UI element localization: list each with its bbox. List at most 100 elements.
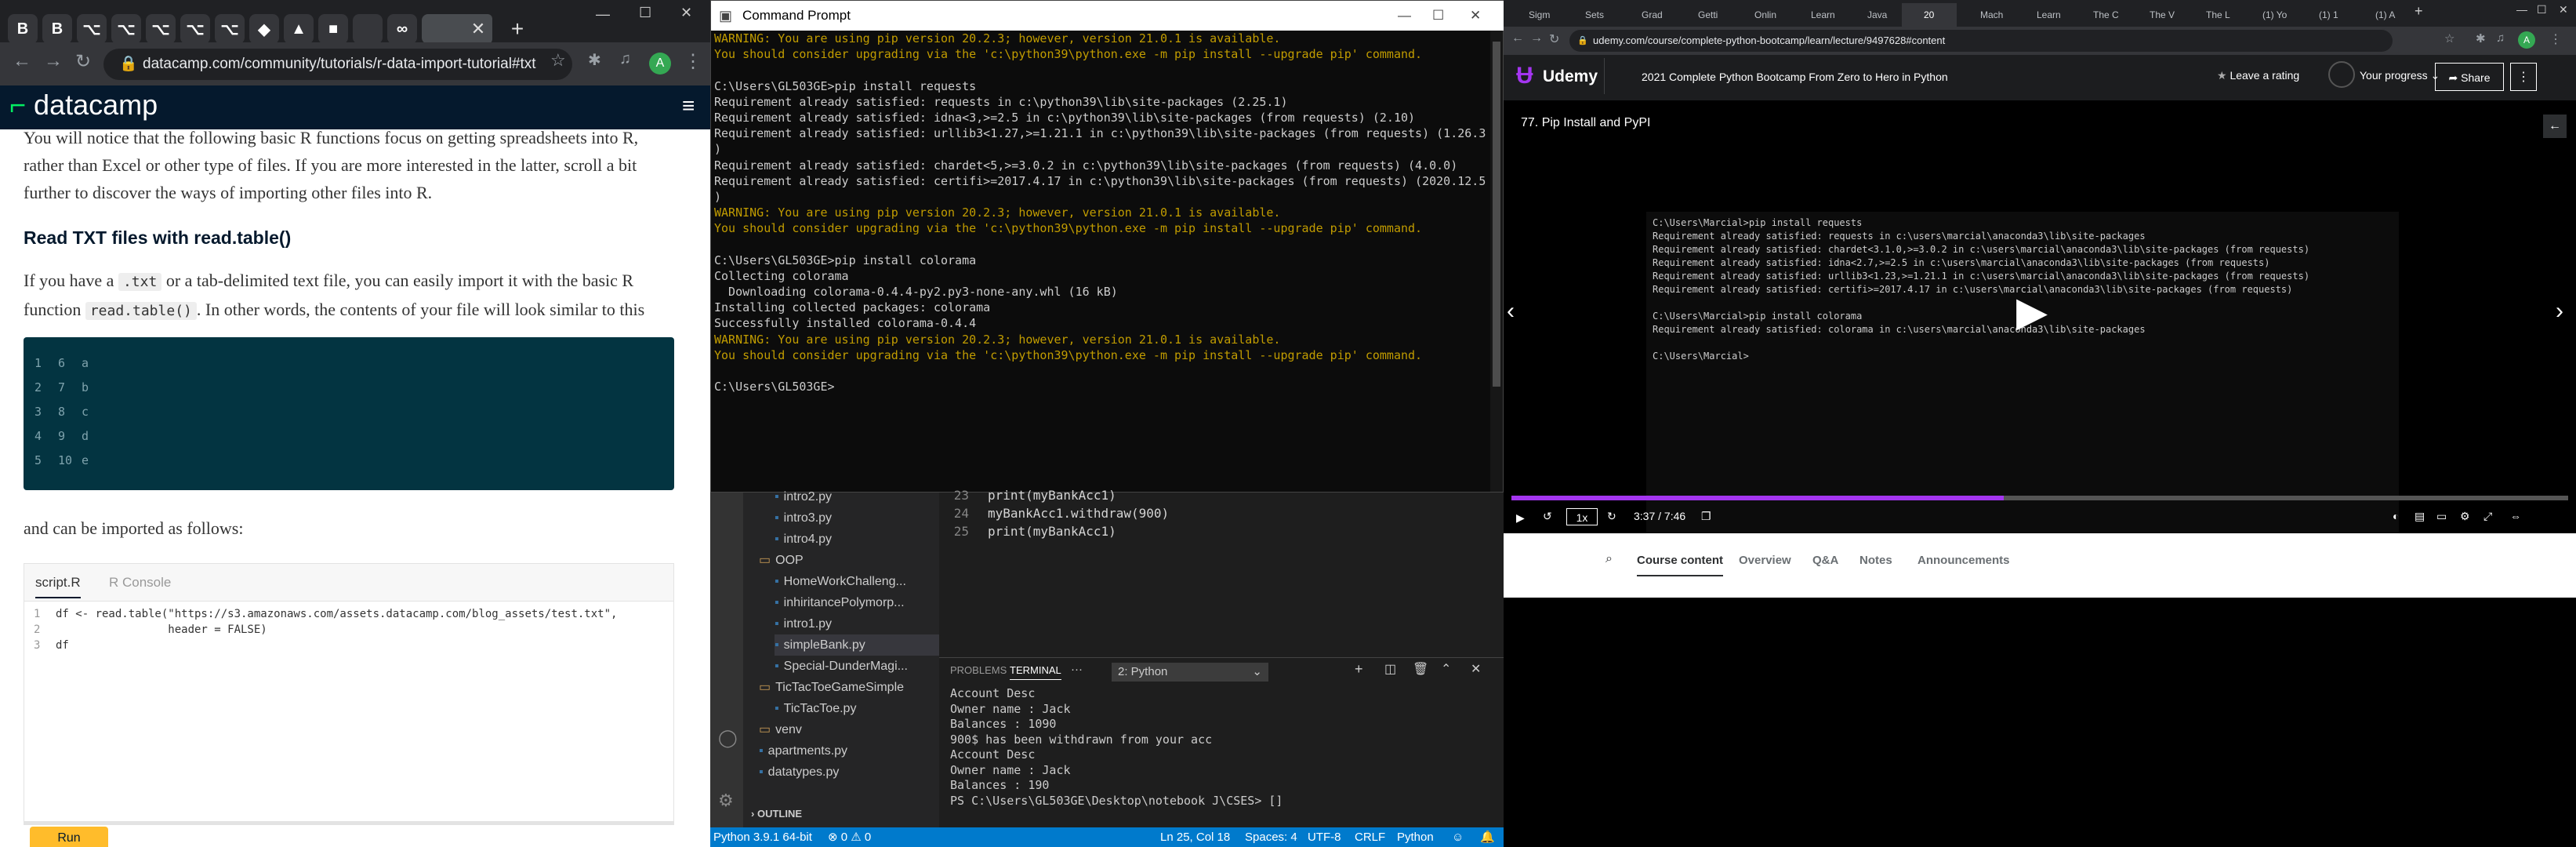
browser-tab[interactable]: ⌥ xyxy=(146,14,176,44)
browser-tab[interactable]: B xyxy=(8,14,38,44)
browser-tab[interactable]: ∞ xyxy=(387,14,417,44)
file-item[interactable]: ▪ intro4.py xyxy=(775,529,832,550)
reload-icon[interactable]: ↻ xyxy=(1549,31,1559,47)
menu-icon[interactable]: ⋮ xyxy=(684,50,702,73)
maximize-icon[interactable]: ☐ xyxy=(1432,1,1444,31)
forward-icon[interactable]: → xyxy=(1530,31,1543,45)
browser-tab[interactable]: Mach xyxy=(1958,3,2013,27)
media-icon[interactable]: ♫ xyxy=(2496,31,2505,45)
trash-icon[interactable]: 🗑 xyxy=(1413,661,1428,677)
avatar[interactable]: A xyxy=(2518,31,2535,49)
folder-item[interactable]: ▭ OOP xyxy=(759,550,804,571)
maximize-icon[interactable]: ☐ xyxy=(639,5,651,21)
tab-problems[interactable]: PROBLEMS xyxy=(950,664,1007,676)
sidebar-toggle-icon[interactable]: ← xyxy=(2543,115,2567,138)
browser-tab[interactable]: ⌥ xyxy=(77,14,107,44)
url-field[interactable]: 🔒 udemy.com/course/complete-python-bootca… xyxy=(1569,30,2393,52)
browser-tab[interactable]: ⌥ xyxy=(215,14,245,44)
file-item[interactable]: ▪ apartments.py xyxy=(759,740,847,762)
tab-qa[interactable]: Q&A xyxy=(1812,554,1838,567)
cmd-output[interactable]: WARNING: You are using pip version 20.2.… xyxy=(714,31,1490,394)
browser-tab[interactable]: Learn xyxy=(2015,3,2070,27)
browser-tab[interactable]: Onlin xyxy=(1732,3,1787,27)
share-button[interactable]: ➦ Share xyxy=(2435,63,2504,91)
file-item[interactable]: ▪ intro1.py xyxy=(775,613,832,634)
rewind-icon[interactable]: ↺ xyxy=(1543,510,1552,523)
play-button-icon[interactable]: ▶ xyxy=(1516,511,1525,525)
browser-tab[interactable]: Grad xyxy=(1620,3,1674,27)
split-terminal-icon[interactable]: ◫ xyxy=(1384,661,1396,677)
more-icon[interactable]: ··· xyxy=(1071,663,1083,676)
tab-console[interactable]: R Console xyxy=(109,575,171,591)
video-progress-track[interactable] xyxy=(1511,496,2568,500)
close-window-icon[interactable]: ✕ xyxy=(2559,3,2568,16)
outline-section[interactable]: › OUTLINE xyxy=(751,808,802,820)
add-terminal-icon[interactable]: + xyxy=(1355,661,1363,678)
menu-icon[interactable]: ⋮ xyxy=(2549,31,2562,47)
transcript-icon[interactable]: ▤ xyxy=(2415,510,2425,523)
terminal-output[interactable]: Account Desc Owner name : Jack Balances : … xyxy=(939,686,1504,809)
maximize-panel-icon[interactable]: ⌃ xyxy=(1441,661,1451,677)
browser-tab[interactable]: 20 xyxy=(1902,3,1957,27)
file-item[interactable]: ▪ intro2.py xyxy=(775,486,832,507)
media-icon[interactable]: ♫ xyxy=(619,50,631,68)
next-lecture-icon[interactable]: › xyxy=(2556,298,2563,325)
forward-icon[interactable]: ↻ xyxy=(1607,510,1616,523)
captions-icon[interactable]: ▭ xyxy=(2436,510,2447,523)
trophy-icon[interactable] xyxy=(2328,61,2355,88)
browser-tab[interactable]: The V xyxy=(2128,3,2182,27)
udemy-logo-icon[interactable]: Ʉ xyxy=(1516,63,1533,89)
speed-button[interactable]: 1x xyxy=(1566,508,1598,525)
bell-icon[interactable]: 🔔 xyxy=(1480,827,1495,847)
close-panel-icon[interactable]: ✕ xyxy=(1471,661,1481,677)
hamburger-icon[interactable]: ≡ xyxy=(682,93,695,118)
tab-announcements[interactable]: Announcements xyxy=(1917,554,2010,567)
scrollbar[interactable] xyxy=(1490,31,1503,492)
file-item[interactable]: ▪ simpleBank.py xyxy=(775,634,939,656)
file-item[interactable]: ▪ HomeWorkChalleng... xyxy=(775,571,906,592)
tab-script[interactable]: script.R xyxy=(35,575,81,598)
browser-tab[interactable] xyxy=(353,14,383,44)
browser-tab[interactable]: Learn xyxy=(1789,3,1844,27)
problems-count[interactable]: ⊗ 0 ⚠ 0 xyxy=(828,827,871,847)
browser-tab[interactable]: Java xyxy=(1845,3,1900,27)
close-window-icon[interactable]: ✕ xyxy=(1470,1,1481,31)
course-title[interactable]: 2021 Complete Python Bootcamp From Zero … xyxy=(1642,71,1948,83)
brand-name[interactable]: datacamp xyxy=(34,89,158,121)
file-item[interactable]: ▪ intro3.py xyxy=(775,507,832,529)
file-item[interactable]: ▪ Special-DunderMagi... xyxy=(775,656,908,677)
browser-tab[interactable]: ⌥ xyxy=(180,14,210,44)
prev-lecture-icon[interactable]: ‹ xyxy=(1507,298,1515,325)
run-button[interactable]: Run xyxy=(30,827,108,847)
minimize-icon[interactable]: — xyxy=(1398,1,1411,31)
file-item[interactable]: ▪ inhiritancePolymorp... xyxy=(775,592,905,613)
forward-icon[interactable]: → xyxy=(44,50,63,72)
tab-terminal[interactable]: TERMINAL xyxy=(1010,664,1061,680)
new-tab-button[interactable]: + xyxy=(503,14,532,44)
folder-item[interactable]: ▭ TicTacToeGameSimple xyxy=(759,677,904,698)
browser-tab[interactable]: (1) 1 xyxy=(2297,3,2352,27)
browser-tab[interactable]: ▲ xyxy=(284,14,314,44)
volume-icon[interactable]: ◐ xyxy=(2393,510,2399,522)
settings-gear-icon[interactable]: ⚙ xyxy=(2460,510,2470,523)
url-field[interactable]: 🔒 datacamp.com/community/tutorials/r-data… xyxy=(103,49,572,80)
more-options-button[interactable]: ⋮ xyxy=(2510,63,2537,91)
close-tab-icon[interactable]: ✕ xyxy=(464,14,492,44)
feedback-icon[interactable]: ☺ xyxy=(1452,827,1464,847)
bookmark-icon[interactable]: ❐ xyxy=(1701,510,1711,523)
search-icon[interactable]: ⌕ xyxy=(1605,552,1613,566)
browser-tab[interactable]: Sigm xyxy=(1507,3,1562,27)
extensions-icon[interactable]: ✱ xyxy=(2476,31,2486,45)
browser-tab[interactable]: Getti xyxy=(1676,3,1731,27)
tab-notes[interactable]: Notes xyxy=(1859,554,1892,567)
file-item[interactable]: ▪ datatypes.py xyxy=(759,762,839,783)
fullscreen-icon[interactable]: ⤢ xyxy=(2483,510,2492,523)
extensions-icon[interactable]: ✱ xyxy=(588,50,601,70)
indentation[interactable]: Spaces: 4 xyxy=(1245,827,1297,847)
browser-tab[interactable]: (1) Yo xyxy=(2240,3,2295,27)
video-player[interactable]: 77. Pip Install and PyPI ← C:\Users\Marc… xyxy=(1504,100,2576,588)
encoding[interactable]: UTF-8 xyxy=(1308,827,1341,847)
back-icon[interactable]: ← xyxy=(1511,31,1524,45)
bookmark-star-icon[interactable]: ☆ xyxy=(2444,31,2454,45)
rate-link[interactable]: ★ Leave a rating xyxy=(2217,69,2299,82)
